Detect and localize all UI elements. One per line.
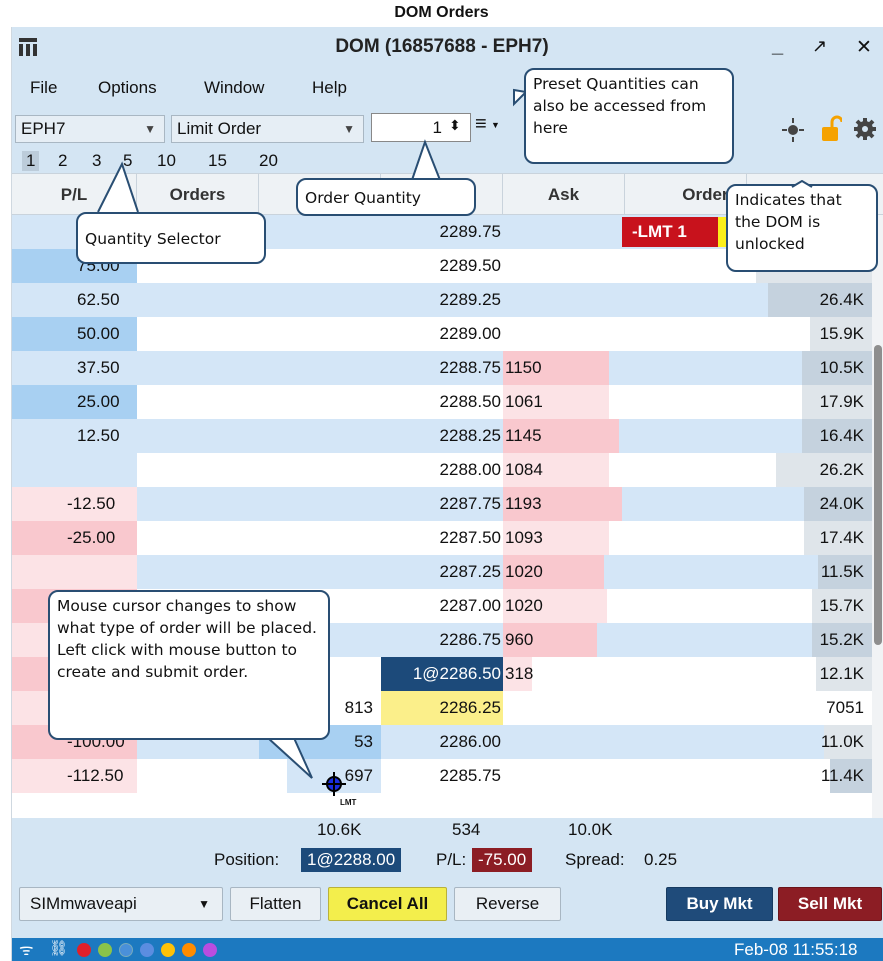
callout-pointers — [97, 88, 529, 779]
unlocked-callout: Indicates that the DOM is unlocked — [726, 184, 878, 272]
preset-quantities-callout: Preset Quantities can also be accessed f… — [524, 68, 734, 164]
mouse-callout-pointer — [267, 737, 313, 779]
quantity-selector-callout: Quantity Selector — [76, 212, 266, 264]
cursor-lmt-label: LMT — [340, 798, 357, 807]
mouse-cursor-callout: Mouse cursor changes to show what type o… — [48, 590, 330, 740]
unlocked-callout-pointer — [791, 180, 813, 188]
order-quantity-callout: Order Quantity — [296, 178, 476, 216]
quantity-selector-pointer — [97, 161, 139, 213]
order-quantity-pointer — [411, 139, 441, 181]
crosshair-cursor-icon — [322, 772, 346, 796]
